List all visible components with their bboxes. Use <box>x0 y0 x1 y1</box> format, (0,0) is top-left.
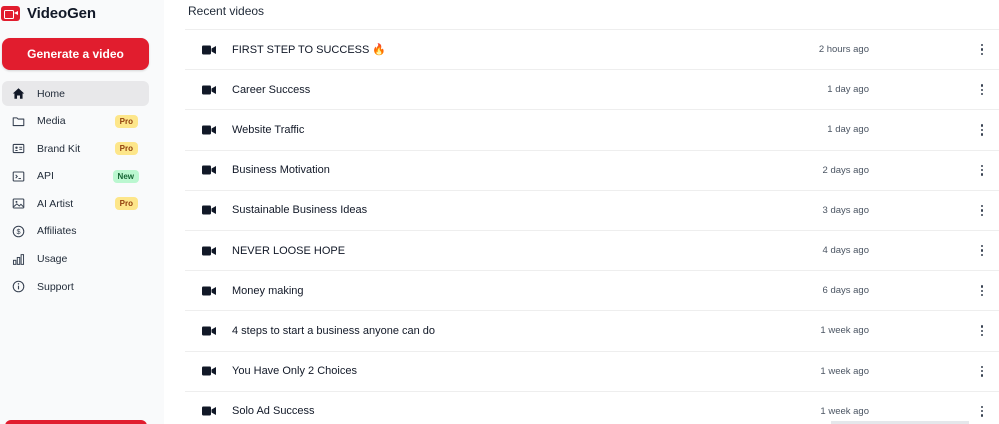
sidebar-bottom-button[interactable] <box>5 420 147 424</box>
video-row[interactable]: Career Success 1 day ago <box>185 70 999 111</box>
more-options-icon[interactable] <box>977 243 987 259</box>
sidebar-item-label: AI Artist <box>37 197 74 210</box>
home-icon <box>12 87 25 100</box>
video-camera-icon <box>202 205 216 215</box>
video-camera-icon <box>202 85 216 95</box>
video-time: 3 days ago <box>822 204 869 216</box>
new-badge: New <box>112 169 139 183</box>
video-camera-icon <box>202 165 216 175</box>
more-options-icon[interactable] <box>977 42 987 58</box>
video-camera-icon <box>202 406 216 416</box>
brand-name: VideoGen <box>27 4 96 22</box>
video-time: 4 days ago <box>822 245 869 257</box>
video-time: 1 day ago <box>827 84 869 96</box>
pro-badge: Pro <box>114 197 138 211</box>
id-card-icon <box>12 142 25 155</box>
video-camera-icon <box>202 326 216 336</box>
folder-icon <box>12 115 25 128</box>
sidebar-item-support[interactable]: Support <box>2 274 149 299</box>
sidebar-item-usage[interactable]: Usage <box>2 247 149 272</box>
sidebar-item-label: Affiliates <box>37 225 77 238</box>
video-camera-icon <box>202 246 216 256</box>
section-title: Recent videos <box>188 4 265 18</box>
more-options-icon[interactable] <box>977 162 987 178</box>
video-time: 1 week ago <box>820 365 869 377</box>
video-row[interactable]: Sustainable Business Ideas 3 days ago <box>185 191 999 231</box>
video-time: 6 days ago <box>822 285 869 297</box>
video-title[interactable]: 4 steps to start a business anyone can d… <box>232 325 435 337</box>
sidebar-item-brand-kit[interactable]: Brand Kit Pro <box>2 136 149 161</box>
video-title[interactable]: Solo Ad Success <box>232 405 315 417</box>
sidebar: VideoGen Generate a video Home Media Pro… <box>0 0 164 424</box>
sidebar-item-label: Media <box>37 115 66 128</box>
dollar-icon: $ <box>12 225 25 238</box>
video-title[interactable]: Money making <box>232 285 304 297</box>
video-title[interactable]: Business Motivation <box>232 164 330 176</box>
video-camera-icon <box>202 366 216 376</box>
video-title[interactable]: Sustainable Business Ideas <box>232 204 367 216</box>
svg-text:$: $ <box>16 227 20 236</box>
video-row[interactable]: Money making 6 days ago <box>185 271 999 312</box>
sidebar-item-api[interactable]: API New <box>2 164 149 189</box>
info-icon <box>12 280 25 293</box>
sidebar-item-label: Home <box>37 87 66 100</box>
sidebar-item-media[interactable]: Media Pro <box>2 109 149 134</box>
pro-badge: Pro <box>114 114 138 128</box>
more-options-icon[interactable] <box>977 283 987 299</box>
pro-badge: Pro <box>114 142 138 156</box>
video-row[interactable]: 4 steps to start a business anyone can d… <box>185 311 999 352</box>
video-time: 2 hours ago <box>818 44 869 56</box>
more-options-icon[interactable] <box>977 363 987 379</box>
video-time: 1 week ago <box>820 405 869 417</box>
sidebar-item-label: API <box>37 170 54 183</box>
video-title[interactable]: FIRST STEP TO SUCCESS 🔥 <box>232 43 386 56</box>
sidebar-item-label: Usage <box>37 253 68 266</box>
video-camera-icon <box>1 5 20 21</box>
more-options-icon[interactable] <box>977 403 987 419</box>
bar-chart-icon <box>12 253 25 266</box>
video-title[interactable]: Website Traffic <box>232 124 304 136</box>
more-options-icon[interactable] <box>977 82 987 98</box>
more-options-icon[interactable] <box>977 323 987 339</box>
video-row[interactable]: Business Motivation 2 days ago <box>185 151 999 191</box>
video-time: 2 days ago <box>822 164 869 176</box>
video-time: 1 day ago <box>827 124 869 136</box>
video-camera-icon <box>202 286 216 296</box>
video-title[interactable]: NEVER LOOSE HOPE <box>232 245 345 257</box>
video-time: 1 week ago <box>820 325 869 337</box>
video-camera-icon <box>202 125 216 135</box>
video-row[interactable]: Website Traffic 1 day ago <box>185 110 999 151</box>
video-row[interactable]: FIRST STEP TO SUCCESS 🔥 2 hours ago <box>185 30 999 71</box>
sidebar-item-ai-artist[interactable]: AI Artist Pro <box>2 191 149 216</box>
sidebar-item-label: Support <box>37 280 74 293</box>
generate-video-button[interactable]: Generate a video <box>2 38 149 70</box>
more-options-icon[interactable] <box>977 122 987 138</box>
brand[interactable]: VideoGen <box>1 4 96 22</box>
recent-videos-list: FIRST STEP TO SUCCESS 🔥 2 hours ago Care… <box>185 29 999 424</box>
sidebar-item-affiliates[interactable]: $ Affiliates <box>2 219 149 244</box>
more-options-icon[interactable] <box>977 202 987 218</box>
sidebar-nav: Home Media Pro Brand Kit Pro API New AI … <box>2 81 149 302</box>
terminal-icon <box>12 170 25 183</box>
main-content: Recent videos FIRST STEP TO SUCCESS 🔥 2 … <box>164 0 999 424</box>
video-row[interactable]: NEVER LOOSE HOPE 4 days ago <box>185 231 999 272</box>
video-row[interactable]: You Have Only 2 Choices 1 week ago <box>185 352 999 392</box>
video-camera-icon <box>202 45 216 55</box>
video-title[interactable]: Career Success <box>232 84 310 96</box>
image-icon <box>12 197 25 210</box>
sidebar-item-home[interactable]: Home <box>2 81 149 106</box>
video-title[interactable]: You Have Only 2 Choices <box>232 365 357 377</box>
sidebar-item-label: Brand Kit <box>37 142 81 155</box>
video-row[interactable]: Solo Ad Success 1 week ago <box>185 392 999 424</box>
